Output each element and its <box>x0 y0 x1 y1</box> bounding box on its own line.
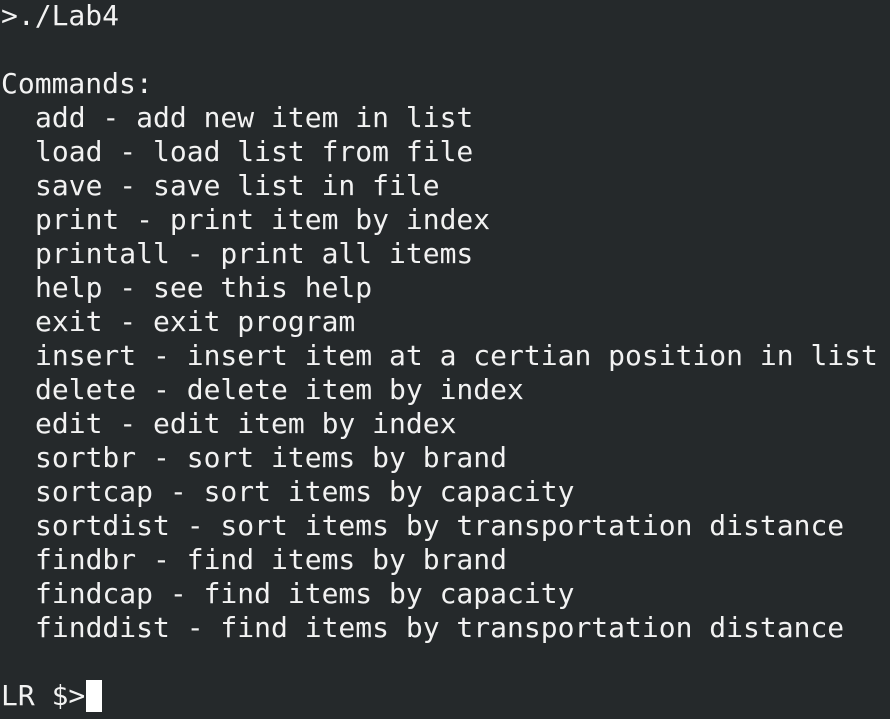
command-help-line: exit - exit program <box>35 305 356 338</box>
command-help-line: findcap - find items by capacity <box>35 577 575 610</box>
command-help-line: sortdist - sort items by transportation … <box>35 509 845 542</box>
text-cursor <box>86 680 103 712</box>
command-help-line: save - save list in file <box>35 169 440 202</box>
command-help-line: help - see this help <box>35 271 373 304</box>
command-help-line: delete - delete item by index <box>35 373 524 406</box>
command-help-line: edit - edit item by index <box>35 407 457 440</box>
command-help-line: add - add new item in list <box>35 101 474 134</box>
terminal-window[interactable]: >./Lab4 Commands: add - add new item in … <box>0 0 890 719</box>
command-help-line: finddist - find items by transportation … <box>35 611 845 644</box>
command-help-line: load - load list from file <box>35 135 474 168</box>
command-help-line: insert - insert item at a certian positi… <box>35 339 878 372</box>
command-help-line: sortbr - sort items by brand <box>35 441 508 474</box>
executed-command-line: >./Lab4 <box>1 0 120 32</box>
command-help-line: printall - print all items <box>35 237 474 270</box>
command-help-line: sortcap - sort items by capacity <box>35 475 575 508</box>
commands-header: Commands: <box>1 67 153 100</box>
prompt-text: LR $> <box>1 679 86 712</box>
commands-list: add - add new item in list load - load l… <box>1 101 878 645</box>
terminal-output: >./Lab4 Commands: add - add new item in … <box>1 0 878 713</box>
command-help-line: print - print item by index <box>35 203 491 236</box>
input-line[interactable]: LR $> <box>1 679 878 713</box>
command-help-line: findbr - find items by brand <box>35 543 508 576</box>
